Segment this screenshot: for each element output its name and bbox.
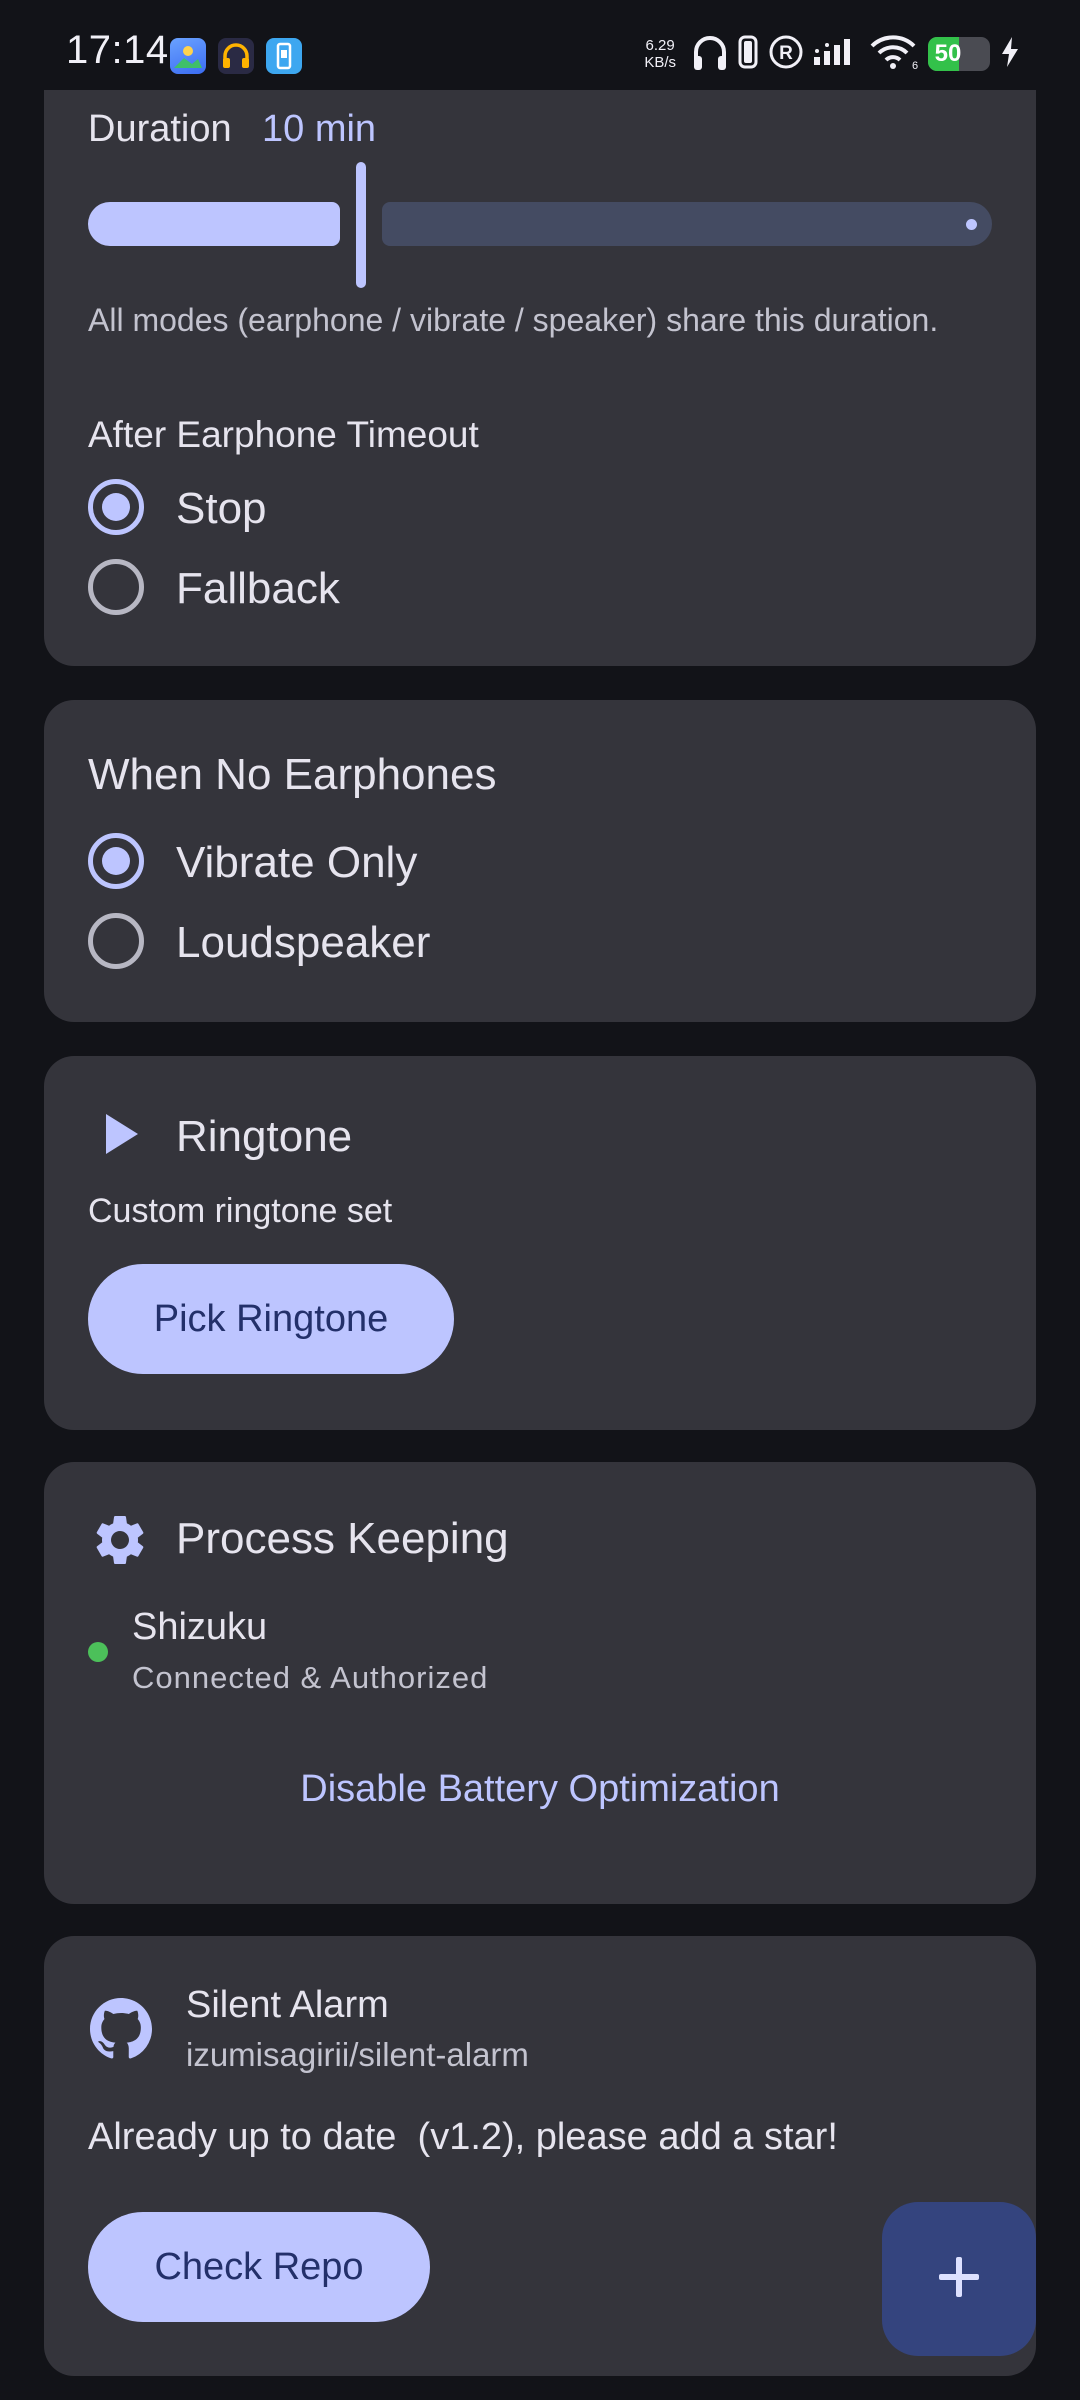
- duration-value: 10 min: [262, 108, 377, 150]
- check-repo-button[interactable]: Check Repo: [88, 2212, 430, 2322]
- gallery-app-icon: [170, 38, 206, 74]
- status-indicators: 6.29 KB/s R 6 50: [644, 28, 1020, 80]
- after-timeout-label: After Earphone Timeout: [88, 414, 479, 455]
- radio-fallback[interactable]: [88, 559, 144, 615]
- signal-icon: [814, 37, 858, 72]
- duration-slider[interactable]: [88, 162, 992, 288]
- shizuku-name: Shizuku: [132, 1606, 268, 1648]
- no-earphones-title: When No Earphones: [88, 750, 497, 799]
- ringtone-title: Ringtone: [176, 1112, 353, 1161]
- process-keeping-title: Process Keeping: [176, 1514, 509, 1563]
- radio-stop-label: Stop: [176, 484, 267, 533]
- repo-app-name: Silent Alarm: [186, 1984, 389, 2026]
- status-time: 17:14: [66, 28, 169, 72]
- headphones-status-icon: [692, 32, 728, 77]
- repo-path: izumisagirii/silent-alarm: [186, 2036, 529, 2073]
- radio-vibrate[interactable]: [88, 833, 144, 889]
- net-speed-unit: KB/s: [644, 54, 676, 71]
- svg-text:6: 6: [912, 60, 918, 70]
- pick-ringtone-button[interactable]: Pick Ringtone: [88, 1264, 454, 1374]
- app-screen: 17:14 6.29 KB/s R 6 50 Duration 10 min A…: [0, 0, 1080, 2400]
- github-icon: [90, 1998, 152, 2065]
- radio-fallback-label: Fallback: [176, 564, 340, 613]
- slider-active-track: [88, 202, 340, 246]
- gear-icon: [90, 1510, 150, 1575]
- radio-stop[interactable]: [88, 479, 144, 535]
- radio-option-stop[interactable]: Stop: [88, 470, 488, 548]
- radio-option-loudspeaker[interactable]: Loudspeaker: [88, 902, 588, 980]
- plus-icon: [934, 2252, 984, 2307]
- battery-indicator: 50: [928, 37, 990, 71]
- svg-text:R: R: [779, 43, 793, 64]
- radio-loudspeaker-label: Loudspeaker: [176, 918, 431, 967]
- shizuku-status-dot: [88, 1642, 108, 1662]
- shizuku-status: Connected & Authorized: [132, 1660, 489, 1695]
- duration-label: Duration: [88, 108, 232, 150]
- radio-option-fallback[interactable]: Fallback: [88, 550, 488, 628]
- network-speed: 6.29 KB/s: [644, 37, 676, 71]
- earbud-case-icon: [738, 34, 758, 75]
- charging-icon: [1000, 35, 1020, 74]
- wifi-icon: 6: [868, 34, 918, 75]
- disable-battery-optimization-button[interactable]: Disable Battery Optimization: [44, 1768, 1036, 1811]
- registered-icon: R: [768, 34, 804, 75]
- radio-vibrate-label: Vibrate Only: [176, 838, 418, 887]
- play-icon[interactable]: [100, 1108, 144, 1165]
- radio-loudspeaker[interactable]: [88, 913, 144, 969]
- net-speed-value: 6.29: [645, 37, 675, 54]
- no-earphones-card: When No Earphones Vibrate Only Loudspeak…: [44, 700, 1036, 1022]
- duration-card: Duration 10 min All modes (earphone / vi…: [44, 90, 1036, 666]
- update-message: Already up to date (v1.2), please add a …: [88, 2116, 838, 2158]
- ringtone-status: Custom ringtone set: [88, 1192, 393, 1230]
- add-fab[interactable]: [882, 2202, 1036, 2356]
- phone-app-icon: [266, 38, 302, 74]
- slider-stop-indicator: [966, 219, 977, 230]
- duration-note: All modes (earphone / vibrate / speaker)…: [88, 302, 939, 338]
- ringtone-card: Ringtone Custom ringtone set Pick Ringto…: [44, 1056, 1036, 1430]
- process-keeping-card: Process Keeping Shizuku Connected & Auth…: [44, 1462, 1036, 1904]
- slider-thumb[interactable]: [356, 162, 366, 288]
- battery-level: 50: [934, 40, 962, 67]
- headphones-app-icon: [218, 38, 254, 74]
- radio-option-vibrate[interactable]: Vibrate Only: [88, 822, 588, 900]
- slider-inactive-track: [382, 202, 992, 246]
